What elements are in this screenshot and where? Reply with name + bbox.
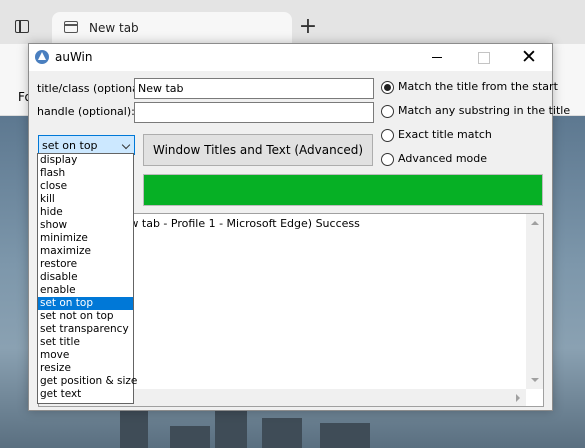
dropdown-option[interactable]: resize xyxy=(38,362,133,375)
progress-bar xyxy=(143,174,543,206)
dropdown-option[interactable]: hide xyxy=(38,206,133,219)
action-combobox[interactable]: set on top xyxy=(38,135,135,155)
scroll-right-icon[interactable] xyxy=(516,394,520,402)
page-icon xyxy=(64,21,78,33)
handle-label: handle (optional): xyxy=(37,105,135,118)
minimize-button[interactable] xyxy=(414,44,460,71)
dropdown-option[interactable]: enable xyxy=(38,284,133,297)
vertical-scrollbar[interactable] xyxy=(526,214,543,389)
dropdown-option[interactable]: flash xyxy=(38,167,133,180)
window-title: auWin xyxy=(55,50,93,64)
radio-button[interactable] xyxy=(381,129,394,142)
dropdown-option[interactable]: get position & size xyxy=(38,375,137,388)
progress-fill xyxy=(144,175,542,205)
handle-input[interactable] xyxy=(134,102,374,123)
browser-tab[interactable]: New tab xyxy=(52,12,292,44)
radio-label: Advanced mode xyxy=(398,152,488,165)
dropdown-option[interactable]: move xyxy=(38,349,133,362)
radio-button[interactable] xyxy=(381,105,394,118)
radio-button[interactable] xyxy=(381,81,394,94)
tab-title: New tab xyxy=(89,21,139,35)
dropdown-option[interactable]: set on top xyxy=(38,297,133,310)
dropdown-option[interactable]: display xyxy=(38,154,133,167)
action-dropdown-list[interactable]: display flash close kill hide show minimize max… xyxy=(37,153,137,404)
dropdown-option[interactable]: close xyxy=(38,180,133,193)
dropdown-option[interactable]: set title xyxy=(38,336,133,349)
action-combobox-value: set on top xyxy=(42,139,98,152)
new-tab-button[interactable]: + xyxy=(296,16,320,40)
scroll-down-icon[interactable] xyxy=(531,378,539,382)
chevron-down-icon xyxy=(121,140,131,150)
radio-label: Match the title from the start xyxy=(398,80,558,93)
dropdown-option[interactable]: restore xyxy=(38,258,133,271)
dropdown-option[interactable]: minimize xyxy=(38,232,133,245)
dropdown-option[interactable]: disable xyxy=(38,271,133,284)
dropdown-option[interactable]: kill xyxy=(38,193,133,206)
dropdown-option[interactable]: get text xyxy=(38,388,133,401)
tab-actions-icon[interactable] xyxy=(12,16,34,38)
app-icon xyxy=(35,50,49,64)
scroll-up-icon[interactable] xyxy=(531,221,539,225)
radio-label: Exact title match xyxy=(398,128,492,141)
dropdown-option[interactable]: set not on top xyxy=(38,310,133,323)
close-button[interactable]: ✕ xyxy=(506,44,552,71)
maximize-button[interactable] xyxy=(460,44,506,71)
title-class-label: title/class (optional): xyxy=(37,82,150,95)
dropdown-option[interactable]: set transparency xyxy=(38,323,133,336)
window-titles-button[interactable]: Window Titles and Text (Advanced) xyxy=(143,134,373,166)
radio-button[interactable] xyxy=(381,153,394,166)
title-bar[interactable]: auWin ✕ xyxy=(29,44,552,71)
dropdown-option[interactable]: maximize xyxy=(38,245,133,258)
radio-label: Match any substring in the title xyxy=(398,104,571,117)
title-class-input[interactable] xyxy=(134,78,374,99)
browser-tabstrip: New tab + xyxy=(0,0,585,44)
dropdown-option[interactable]: show xyxy=(38,219,133,232)
